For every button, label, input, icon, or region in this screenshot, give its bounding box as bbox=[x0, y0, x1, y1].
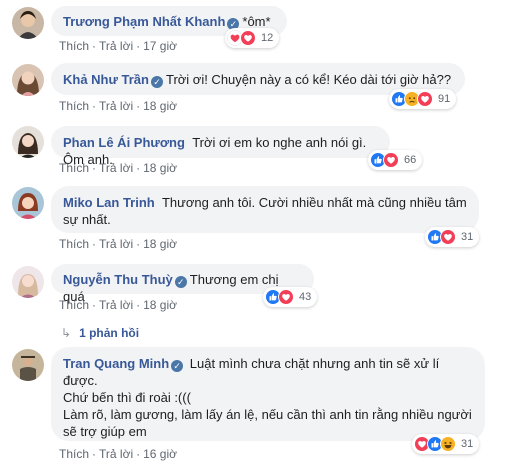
comment-text: *ôm* bbox=[242, 14, 271, 29]
reply-link[interactable]: Trả lời bbox=[99, 298, 133, 312]
reaction-icons bbox=[427, 229, 453, 245]
reaction-count: 12 bbox=[261, 32, 274, 44]
reaction-summary[interactable]: 31 bbox=[425, 227, 480, 247]
reply-link[interactable]: Trả lời bbox=[99, 161, 133, 175]
like-link[interactable]: Thích bbox=[59, 237, 89, 251]
comment-author[interactable]: Miko Lan Trinh bbox=[63, 195, 155, 210]
replies-count: 1 phản hồi bbox=[79, 326, 140, 340]
comment-actions: Thích · Trả lời · 18 giờ bbox=[59, 298, 177, 312]
comment-text-line: sẽ trợ giúp em bbox=[63, 424, 147, 439]
love-reaction-icon bbox=[440, 229, 456, 245]
verified-badge-icon: ✓ bbox=[174, 276, 187, 288]
love-reaction-icon bbox=[417, 91, 433, 107]
comment-text-line: Thương anh tôi. Cười nhiều nhất mà cũng … bbox=[161, 195, 467, 210]
reaction-count: 91 bbox=[438, 93, 451, 105]
comment-author[interactable]: Trương Phạm Nhất Khanh bbox=[63, 14, 225, 29]
comment-actions: Thích · Trả lời · 18 giờ bbox=[59, 99, 177, 113]
comment-author[interactable]: Tran Quang Minh bbox=[63, 356, 169, 371]
love-reaction-icon bbox=[383, 152, 399, 168]
timestamp[interactable]: 18 giờ bbox=[143, 99, 177, 113]
comment-text-line: Luật mình chưa chặt nhưng anh tin sẽ xử … bbox=[189, 356, 440, 371]
reaction-icons bbox=[227, 30, 253, 46]
like-link[interactable]: Thích bbox=[59, 298, 89, 312]
reaction-count: 31 bbox=[461, 231, 474, 243]
avatar[interactable] bbox=[12, 7, 44, 39]
reply-link[interactable]: Trả lời bbox=[99, 447, 133, 461]
avatar[interactable] bbox=[12, 126, 44, 158]
reaction-icons bbox=[265, 289, 291, 305]
comment-bubble: Miko Lan Trinh Thương anh tôi. Cười nhiề… bbox=[51, 186, 479, 233]
timestamp[interactable]: 18 giờ bbox=[143, 298, 177, 312]
like-link[interactable]: Thích bbox=[59, 39, 89, 53]
timestamp[interactable]: 18 giờ bbox=[143, 161, 177, 175]
verified-badge-icon: ✓ bbox=[171, 360, 184, 372]
timestamp[interactable]: 16 giờ bbox=[143, 447, 177, 461]
comment-actions: Thích · Trả lời · 18 giờ bbox=[59, 237, 177, 251]
avatar[interactable] bbox=[12, 349, 44, 381]
reaction-count: 66 bbox=[404, 154, 417, 166]
comment-text-line: Chứ bến thì đi roài :((( bbox=[63, 390, 191, 405]
comment-author[interactable]: Nguyễn Thu Thuỳ bbox=[63, 272, 173, 287]
comment-author[interactable]: Khả Như Trần bbox=[63, 72, 149, 87]
love-reaction-icon bbox=[278, 289, 294, 305]
reply-arrow-icon: ↳ bbox=[61, 326, 72, 340]
comment-actions: Thích · Trả lời · 16 giờ bbox=[59, 447, 177, 461]
reaction-count: 43 bbox=[299, 291, 312, 303]
avatar[interactable] bbox=[12, 266, 44, 298]
reaction-summary[interactable]: 12 bbox=[225, 28, 280, 48]
reaction-icons bbox=[414, 436, 453, 452]
comment-text: Trời ơi! Chuyện này a có kể! Kéo dài tới… bbox=[165, 72, 452, 87]
comment-text-line: được. bbox=[63, 373, 98, 388]
comment-actions: Thích · Trả lời · 18 giờ bbox=[59, 161, 177, 175]
haha-reaction-icon bbox=[440, 436, 456, 452]
reaction-summary[interactable]: 43 bbox=[263, 287, 318, 307]
reaction-icons bbox=[370, 152, 396, 168]
reaction-summary[interactable]: 66 bbox=[368, 150, 423, 170]
reaction-icons bbox=[391, 91, 430, 107]
avatar[interactable] bbox=[12, 187, 44, 219]
comment-bubble: Phan Lê Ái Phương Trời ơi em ko nghe anh… bbox=[51, 126, 390, 167]
view-replies-link[interactable]: ↳ 1 phản hồi bbox=[61, 326, 139, 340]
like-link[interactable]: Thích bbox=[59, 161, 89, 175]
comment-author[interactable]: Phan Lê Ái Phương bbox=[63, 135, 185, 150]
reply-link[interactable]: Trả lời bbox=[99, 99, 133, 113]
comment-bubble: Tran Quang Minh ✓ Luật mình chưa chặt như… bbox=[51, 347, 485, 441]
timestamp[interactable]: 17 giờ bbox=[143, 39, 177, 53]
comment-text-line: Làm rõ, làm gương, làm lấy án lệ, nếu cầ… bbox=[63, 407, 472, 422]
comment-text-line: sự nhất. bbox=[63, 212, 111, 227]
love-reaction-icon bbox=[240, 30, 256, 46]
reaction-count: 31 bbox=[461, 438, 474, 450]
reaction-summary[interactable]: 31 bbox=[412, 434, 480, 454]
avatar[interactable] bbox=[12, 64, 44, 96]
comment-actions: Thích · Trả lời · 17 giờ bbox=[59, 39, 177, 53]
like-link[interactable]: Thích bbox=[59, 447, 89, 461]
like-link[interactable]: Thích bbox=[59, 99, 89, 113]
reply-link[interactable]: Trả lời bbox=[99, 237, 133, 251]
reply-link[interactable]: Trả lời bbox=[99, 39, 133, 53]
timestamp[interactable]: 18 giờ bbox=[143, 237, 177, 251]
reaction-summary[interactable]: 91 bbox=[389, 89, 457, 109]
verified-badge-icon: ✓ bbox=[150, 76, 163, 88]
